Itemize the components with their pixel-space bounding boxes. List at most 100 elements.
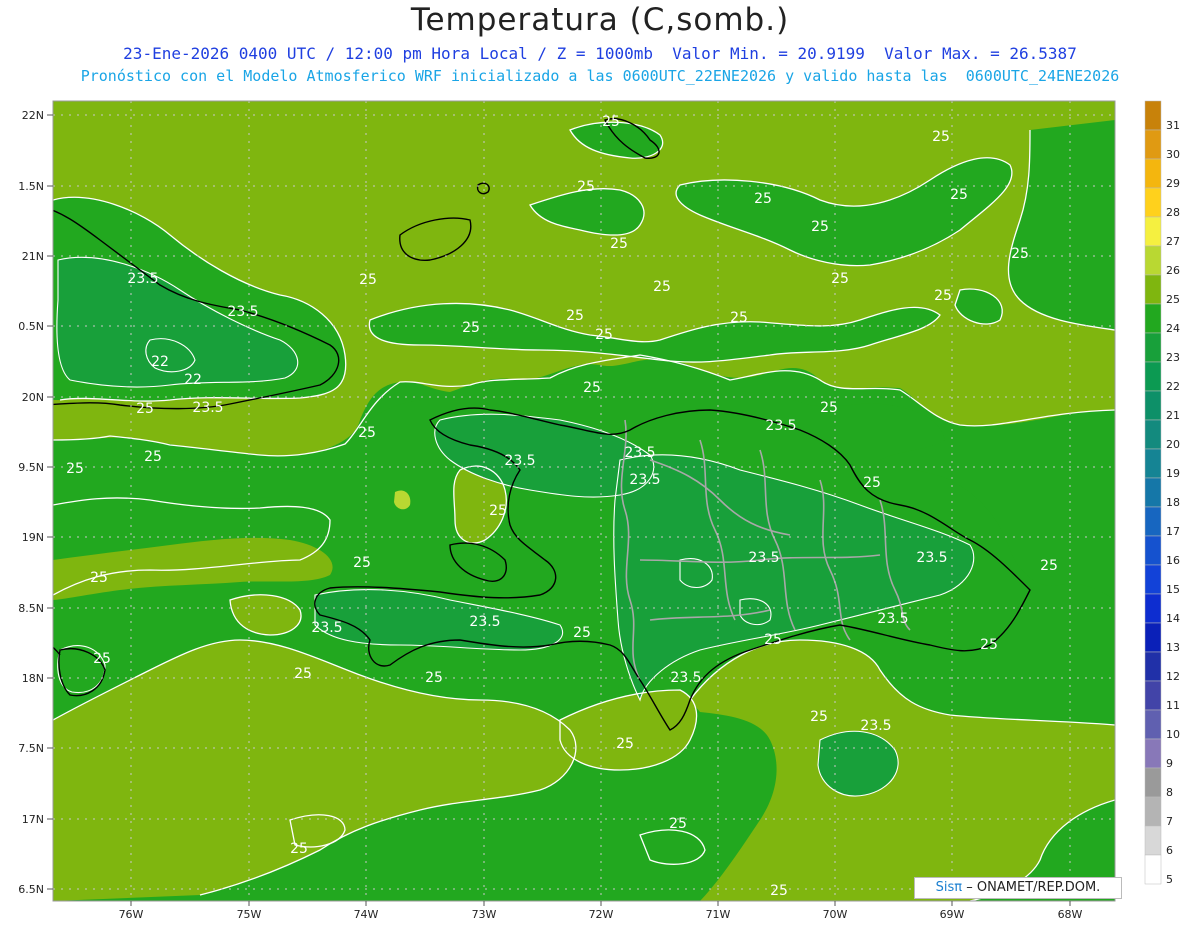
colorbar-label: 5 — [1166, 873, 1173, 886]
contour-label: 25 — [934, 288, 952, 304]
colorbar-label: 13 — [1166, 641, 1180, 654]
x-tick-label: 72W — [589, 908, 614, 921]
contour-label: 25 — [980, 637, 998, 653]
x-tick-label: 74W — [354, 908, 379, 921]
contour-label: 25 — [811, 219, 829, 235]
contour-label: 25 — [90, 570, 108, 586]
colorbar-swatch — [1144, 274, 1162, 305]
contour-label: 25 — [863, 475, 881, 491]
contour-label: 25 — [583, 380, 601, 396]
contour-label: 23.5 — [311, 620, 342, 636]
colorbar-swatch — [1144, 361, 1162, 392]
x-tick-label: 75W — [237, 908, 262, 921]
contour-label: 22 — [184, 372, 202, 388]
contour-label: 25 — [290, 841, 308, 857]
colorbar-label: 10 — [1166, 728, 1180, 741]
contour-label: 25 — [610, 236, 628, 252]
colorbar-swatch — [1144, 738, 1162, 769]
colorbar-label: 9 — [1166, 757, 1173, 770]
colorbar-swatch — [1144, 535, 1162, 566]
colorbar-label: 8 — [1166, 786, 1173, 799]
sispi-brand: Sisπ — [935, 880, 963, 895]
x-tick-label: 71W — [706, 908, 731, 921]
colorbar-swatch — [1144, 477, 1162, 508]
colorbar-label: 31 — [1166, 119, 1180, 132]
contour-label: 25 — [144, 449, 162, 465]
contour-label: 25 — [950, 187, 968, 203]
colorbar-label: 27 — [1166, 235, 1180, 248]
x-axis-ticks: 76W 75W 74W 73W 72W 71W 70W 69W 68W — [119, 901, 1083, 921]
colorbar-label: 6 — [1166, 844, 1173, 857]
x-tick-label: 68W — [1058, 908, 1083, 921]
y-tick-label: 17N — [22, 813, 44, 826]
contour-label: 23.5 — [469, 614, 500, 630]
colorbar-label: 28 — [1166, 206, 1180, 219]
colorbar-swatch — [1144, 187, 1162, 218]
colorbar-swatch — [1144, 593, 1162, 624]
colorbar-label: 30 — [1166, 148, 1180, 161]
colorbar-swatch — [1144, 419, 1162, 450]
contour-label: 25 — [573, 625, 591, 641]
colorbar-label: 24 — [1166, 322, 1180, 335]
colorbar-swatch — [1144, 390, 1162, 421]
contour-label: 25 — [810, 709, 828, 725]
contour-label: 25 — [136, 401, 154, 417]
contour-label: 25 — [462, 320, 480, 336]
y-tick-label: 7.5N — [18, 742, 44, 755]
contour-label: 25 — [764, 632, 782, 648]
contour-label: 23.5 — [629, 472, 660, 488]
colorbar-swatch — [1144, 158, 1162, 189]
colorbar-label: 19 — [1166, 467, 1180, 480]
colorbar-swatch — [1144, 651, 1162, 682]
contour-label: 25 — [66, 461, 84, 477]
y-tick-label: 0.5N — [18, 320, 44, 333]
colorbar-label: 21 — [1166, 409, 1180, 422]
x-tick-label: 73W — [472, 908, 497, 921]
contour-label: 23.5 — [765, 418, 796, 434]
colorbar-label: 11 — [1166, 699, 1180, 712]
contour-label: 25 — [489, 503, 507, 519]
contour-label: 23.5 — [504, 453, 535, 469]
colorbar-swatch — [1144, 622, 1162, 653]
colorbar-label: 26 — [1166, 264, 1180, 277]
contour-label: 23.5 — [227, 304, 258, 320]
y-tick-label: 18N — [22, 672, 44, 685]
credit-text: – ONAMET/REP.DOM. — [966, 880, 1101, 895]
contour-label: 23.5 — [192, 400, 223, 416]
y-tick-label: 20N — [22, 391, 44, 404]
contour-label: 25 — [730, 310, 748, 326]
colorbar-label: 22 — [1166, 380, 1180, 393]
colorbar-swatch — [1144, 825, 1162, 856]
colorbar-label: 29 — [1166, 177, 1180, 190]
contour-label: 25 — [602, 114, 620, 130]
colorbar-swatch — [1144, 332, 1162, 363]
colorbar-swatch — [1144, 448, 1162, 479]
colorbar-label: 17 — [1166, 525, 1180, 538]
colorbar-label: 18 — [1166, 496, 1180, 509]
y-tick-label: 9.5N — [18, 461, 44, 474]
contour-label: 25 — [595, 327, 613, 343]
y-tick-label: 1.5N — [18, 180, 44, 193]
contour-label: 22 — [151, 354, 169, 370]
colorbar-swatch — [1144, 767, 1162, 798]
x-tick-label: 76W — [119, 908, 144, 921]
colorbar-swatch — [1144, 680, 1162, 711]
contour-label: 25 — [653, 279, 671, 295]
colorbar-label: 7 — [1166, 815, 1173, 828]
y-tick-label: 6.5N — [18, 883, 44, 896]
contour-label: 23.5 — [127, 271, 158, 287]
colorbar-swatch — [1144, 709, 1162, 740]
y-tick-label: 19N — [22, 531, 44, 544]
y-axis-ticks: 22N 1.5N 21N 0.5N 20N 9.5N 19N 8.5N 18N 7.5N 17N 6.… — [18, 109, 53, 896]
contour-label: 25 — [358, 425, 376, 441]
contour-label: 25 — [1011, 246, 1029, 262]
colorbar-swatch — [1144, 564, 1162, 595]
contour-label: 25 — [932, 129, 950, 145]
colorbar-swatch — [1144, 216, 1162, 247]
colorbar-swatch — [1144, 303, 1162, 334]
colorbar-swatch — [1144, 796, 1162, 827]
colorbar-label: 12 — [1166, 670, 1180, 683]
colorbar-label: 14 — [1166, 612, 1180, 625]
contour-label: 25 — [353, 555, 371, 571]
contour-label: 25 — [294, 666, 312, 682]
